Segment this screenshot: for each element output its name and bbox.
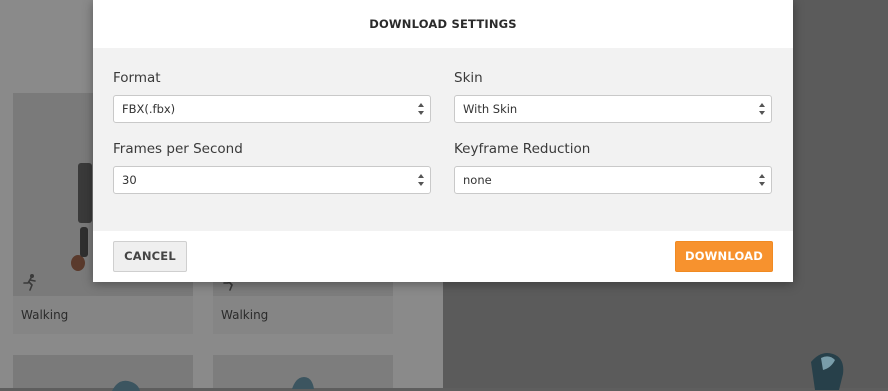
character-preview [811, 353, 844, 390]
character-figure [112, 380, 140, 391]
select-arrows-icon [759, 103, 765, 115]
skin-select[interactable]: With Skin [454, 95, 772, 123]
fps-select[interactable]: 30 [113, 166, 431, 194]
card-thumbnail [213, 355, 393, 389]
select-arrows-icon [759, 174, 765, 186]
card-caption: Walking [13, 296, 193, 334]
dialog-footer: CANCEL DOWNLOAD [93, 231, 793, 282]
format-select[interactable]: FBX(.fbx) [113, 95, 431, 123]
card-caption: Walking [213, 296, 393, 334]
select-arrows-icon [418, 174, 424, 186]
download-settings-dialog: DOWNLOAD SETTINGS Format FBX(.fbx) Skin … [93, 0, 793, 282]
cancel-button[interactable]: CANCEL [113, 241, 187, 272]
keyframe-reduction-label: Keyframe Reduction [454, 141, 591, 157]
select-arrows-icon [418, 103, 424, 115]
format-label: Format [113, 70, 161, 86]
download-button[interactable]: DOWNLOAD [675, 241, 773, 272]
format-value: FBX(.fbx) [122, 102, 176, 116]
runner-icon [23, 274, 36, 291]
fps-value: 30 [122, 173, 137, 187]
fps-label: Frames per Second [113, 141, 243, 157]
keyframe-reduction-select[interactable]: none [454, 166, 772, 194]
animation-card[interactable] [13, 355, 193, 391]
skin-value: With Skin [463, 102, 518, 116]
skin-label: Skin [454, 70, 483, 86]
character-figure [292, 377, 314, 389]
dialog-body: Format FBX(.fbx) Skin With Skin Frames p… [93, 48, 793, 231]
animation-card[interactable] [213, 355, 393, 389]
dialog-title: DOWNLOAD SETTINGS [369, 17, 517, 31]
card-thumbnail [13, 355, 193, 391]
keyframe-reduction-value: none [463, 173, 492, 187]
